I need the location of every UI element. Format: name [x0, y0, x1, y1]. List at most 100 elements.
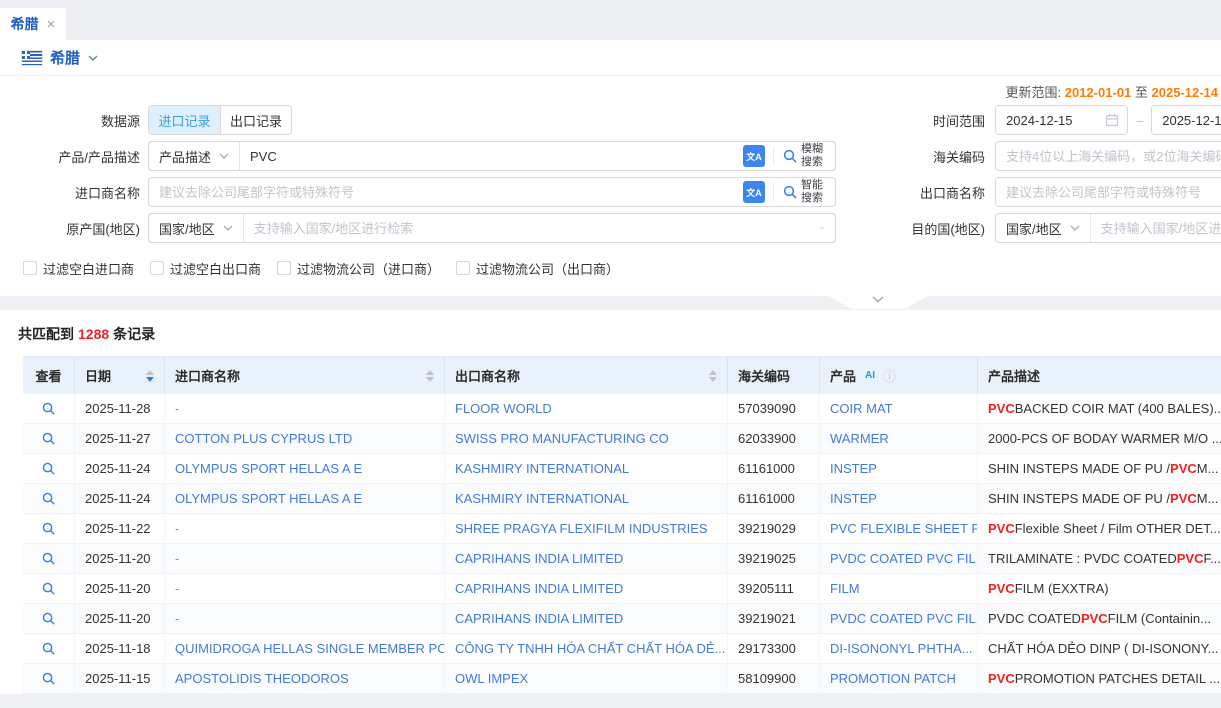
importer-link[interactable]: COTTON PLUS CYPRUS LTD — [175, 431, 352, 446]
fuzzy-search-button[interactable]: 模糊搜索 — [774, 143, 835, 168]
exporter-link[interactable]: OWL IMPEX — [455, 671, 528, 686]
sort-icon-importer[interactable] — [426, 370, 434, 382]
date-end-field[interactable] — [1151, 105, 1221, 135]
checkbox-icon[interactable] — [150, 261, 164, 275]
importer-input[interactable] — [149, 178, 735, 206]
search-form: 更新范围: 2012-01-01 至 2025-12-14 数据源 进口记录 出… — [0, 82, 1221, 296]
date-start-input[interactable] — [996, 106, 1105, 134]
product-link[interactable]: PVC FLEXIBLE SHEET F... — [830, 521, 977, 536]
close-icon[interactable]: × — [47, 17, 56, 32]
magnifier-icon — [41, 551, 56, 566]
cell-date: 2025-11-20 — [75, 604, 165, 633]
filter-logistics-importer-checkbox[interactable]: 过滤物流公司（进口商） — [277, 259, 440, 278]
sort-icon-date[interactable] — [146, 370, 154, 382]
importer-search-field: 文A 智能搜索 — [148, 177, 836, 207]
collapse-form-button[interactable] — [828, 296, 928, 309]
product-link[interactable]: DI-ISONONYL PHTHA... — [830, 641, 973, 656]
exporter-input[interactable] — [996, 178, 1221, 206]
magnifier-icon — [41, 461, 56, 476]
translate-icon[interactable]: 文A — [743, 181, 765, 203]
filter-blank-exporter-checkbox[interactable]: 过滤空白出口商 — [150, 259, 261, 278]
filter-blank-importer-checkbox[interactable]: 过滤空白进口商 — [23, 259, 134, 278]
product-link[interactable]: COIR MAT — [830, 401, 893, 416]
exporter-link[interactable]: KASHMIRY INTERNATIONAL — [455, 491, 629, 506]
exporter-link[interactable]: CAPRIHANS INDIA LIMITED — [455, 611, 623, 626]
smart-search-button[interactable]: 智能搜索 — [774, 179, 835, 204]
importer-link[interactable]: APOSTOLIDIS THEODOROS — [175, 671, 349, 686]
translate-icon[interactable]: 文A — [743, 145, 765, 167]
cell-date: 2025-11-24 — [75, 484, 165, 513]
dest-country-type-select[interactable]: 国家/地区 — [996, 214, 1091, 242]
product-link[interactable]: PROMOTION PATCH — [830, 671, 956, 686]
date-range-separator: – — [1136, 113, 1143, 128]
product-link[interactable]: WARMER — [830, 431, 889, 446]
product-link[interactable]: PVDC COATED PVC FIL... — [830, 611, 977, 626]
tab-greece[interactable]: 希腊 × — [0, 8, 66, 40]
cell-hs-code: 29173300 — [728, 634, 820, 663]
date-end-input[interactable] — [1152, 106, 1221, 134]
export-records-button[interactable]: 出口记录 — [220, 106, 291, 134]
data-source-label: 数据源 — [0, 111, 140, 130]
importer-link[interactable]: - — [175, 581, 179, 596]
cell-hs-code: 39219021 — [728, 604, 820, 633]
importer-link[interactable]: OLYMPUS SPORT HELLAS A E — [175, 491, 362, 506]
view-record-button[interactable] — [41, 611, 56, 626]
view-record-button[interactable] — [41, 581, 56, 596]
hs-code-field[interactable] — [995, 141, 1221, 171]
importer-link[interactable]: - — [175, 521, 179, 536]
product-link[interactable]: INSTEP — [830, 461, 877, 476]
exporter-link[interactable]: SWISS PRO MANUFACTURING CO — [455, 431, 669, 446]
exporter-link[interactable]: FLOOR WORLD — [455, 401, 552, 416]
origin-country-input[interactable] — [244, 214, 817, 242]
view-record-button[interactable] — [41, 641, 56, 656]
product-link[interactable]: FILM — [830, 581, 860, 596]
importer-link[interactable]: OLYMPUS SPORT HELLAS A E — [175, 461, 362, 476]
exporter-link[interactable]: CAPRIHANS INDIA LIMITED — [455, 551, 623, 566]
info-icon[interactable]: ⓘ — [883, 366, 896, 385]
product-link[interactable]: INSTEP — [830, 491, 877, 506]
view-record-button[interactable] — [41, 521, 56, 536]
sort-icon-exporter[interactable] — [709, 370, 717, 382]
exporter-link[interactable]: SHREE PRAGYA FLEXIFILM INDUSTRIES — [455, 521, 708, 536]
importer-link[interactable]: QUIMIDROGA HELLAS SINGLE MEMBER PC — [175, 641, 444, 656]
cell-product-desc: SHIN INSTEPS MADE OF PU / PVC M... — [978, 454, 1221, 483]
dest-country-input[interactable] — [1091, 214, 1221, 242]
view-record-button[interactable] — [41, 431, 56, 446]
view-record-button[interactable] — [41, 671, 56, 686]
product-link[interactable]: PVDC COATED PVC FIL... — [830, 551, 977, 566]
table-header-row: 查看 日期 进口商名称 出口商名称 海关编码 产品 AI ⓘ — [23, 356, 1221, 394]
exporter-link[interactable]: CAPRIHANS INDIA LIMITED — [455, 581, 623, 596]
importer-link[interactable]: - — [175, 551, 179, 566]
date-start-field[interactable] — [995, 105, 1128, 135]
view-record-button[interactable] — [41, 461, 56, 476]
exporter-link[interactable]: KASHMIRY INTERNATIONAL — [455, 461, 629, 476]
product-type-select[interactable]: 产品描述 — [149, 142, 240, 170]
import-records-button[interactable]: 进口记录 — [149, 106, 220, 134]
importer-link[interactable]: - — [175, 401, 179, 416]
view-record-button[interactable] — [41, 551, 56, 566]
ai-badge: AI — [862, 369, 878, 382]
col-importer[interactable]: 进口商名称 — [165, 357, 445, 394]
col-exporter[interactable]: 出口商名称 — [445, 357, 728, 394]
checkbox-icon[interactable] — [277, 261, 291, 275]
filter-logistics-exporter-checkbox[interactable]: 过滤物流公司（出口商） — [456, 259, 619, 278]
col-date[interactable]: 日期 — [75, 357, 165, 394]
checkbox-icon[interactable] — [23, 261, 37, 275]
exporter-field[interactable] — [995, 177, 1221, 207]
page-header: 希腊 — [0, 40, 1221, 76]
hs-code-input[interactable] — [996, 142, 1221, 170]
cell-date: 2025-11-20 — [75, 544, 165, 573]
view-record-button[interactable] — [41, 401, 56, 416]
importer-link[interactable]: - — [175, 611, 179, 626]
product-search-input[interactable] — [240, 142, 735, 170]
view-record-button[interactable] — [41, 491, 56, 506]
tab-bar: 希腊 × — [0, 0, 1221, 40]
origin-country-type-select[interactable]: 国家/地区 — [149, 214, 244, 242]
chevron-down-icon[interactable] — [88, 55, 98, 61]
checkbox-icon[interactable] — [456, 261, 470, 275]
search-icon — [782, 184, 798, 200]
table-body: 2025-11-28 - FLOOR WORLD 57039090 COIR M… — [23, 394, 1221, 694]
exporter-link[interactable]: CÔNG TY TNHH HÓA CHẤT CHẤT HÓA DẺ... — [455, 641, 725, 656]
origin-country-field: 国家/地区 — [148, 213, 836, 243]
update-range-start: 2012-01-01 — [1065, 85, 1132, 100]
